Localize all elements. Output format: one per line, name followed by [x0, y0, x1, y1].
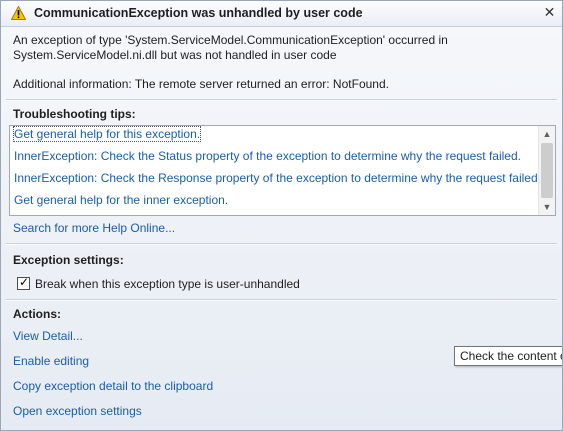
checkmark-icon: ✓: [19, 275, 30, 289]
exception-settings-heading: Exception settings:: [13, 253, 124, 267]
message-line-1: An exception of type 'System.ServiceMode…: [13, 33, 448, 47]
scroll-up-arrow-icon[interactable]: ▲: [539, 126, 555, 142]
tip-response-property[interactable]: InnerException: Check the Response prope…: [14, 171, 541, 185]
close-button[interactable]: ✕: [542, 5, 557, 20]
scroll-thumb[interactable]: [541, 143, 553, 198]
actions-heading: Actions:: [13, 307, 61, 321]
divider: [6, 99, 557, 101]
troubleshooting-tips-list[interactable]: Get general help for this exception. Inn…: [9, 125, 556, 216]
title-bar: CommunicationException was unhandled by …: [1, 1, 562, 27]
scroll-down-arrow-icon[interactable]: ▼: [539, 199, 555, 215]
view-detail-link[interactable]: View Detail...: [13, 329, 83, 343]
copy-exception-detail-link[interactable]: Copy exception detail to the clipboard: [13, 379, 213, 393]
exception-assistant-dialog: CommunicationException was unhandled by …: [0, 0, 563, 431]
tip-status-property[interactable]: InnerException: Check the Status propert…: [14, 149, 521, 163]
dialog-title: CommunicationException was unhandled by …: [34, 6, 363, 20]
tip-general-help[interactable]: Get general help for this exception.: [12, 126, 202, 142]
open-exception-settings-link[interactable]: Open exception settings: [13, 404, 142, 418]
additional-information: Additional information: The remote serve…: [13, 77, 389, 91]
warning-icon: [11, 6, 26, 20]
tip-inner-exception-help[interactable]: Get general help for the inner exception…: [14, 193, 228, 207]
divider: [6, 299, 557, 301]
break-when-unhandled-checkbox[interactable]: ✓: [17, 275, 30, 290]
tooltip: Check the content o: [454, 346, 562, 366]
search-help-online-link[interactable]: Search for more Help Online...: [13, 221, 175, 235]
divider: [6, 243, 557, 245]
troubleshooting-heading: Troubleshooting tips:: [13, 107, 136, 121]
break-when-unhandled-label[interactable]: Break when this exception type is user-u…: [35, 277, 300, 291]
tips-scrollbar[interactable]: ▲ ▼: [538, 126, 555, 215]
exception-message: An exception of type 'System.ServiceMode…: [13, 33, 533, 92]
message-line-2: System.ServiceModel.ni.dll but was not h…: [13, 48, 337, 62]
enable-editing-link[interactable]: Enable editing: [13, 354, 89, 368]
